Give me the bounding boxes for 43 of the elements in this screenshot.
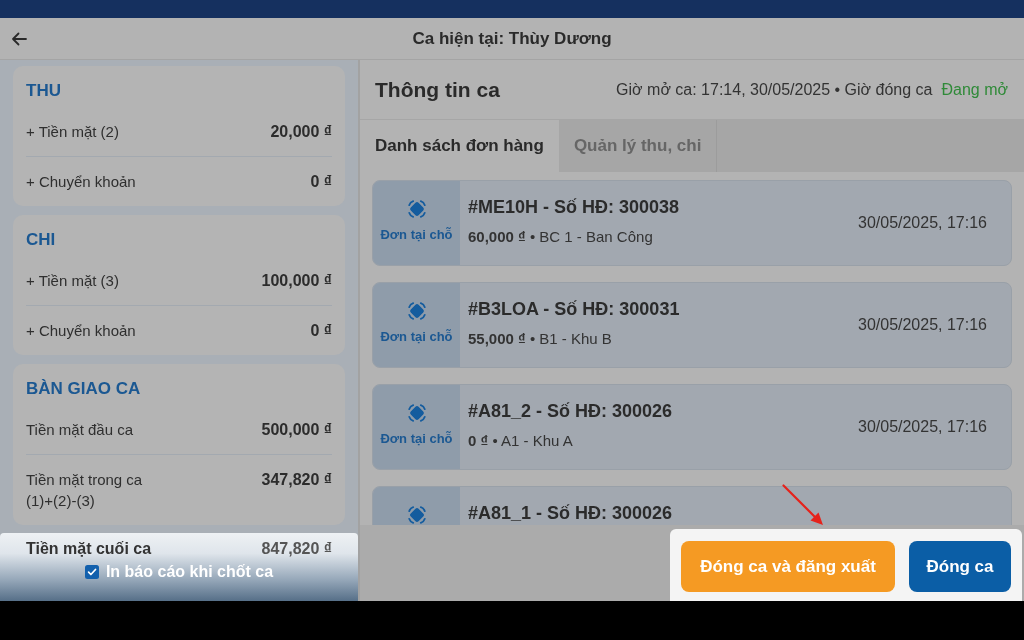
- order-card[interactable]: Đơn tại chỗ #B3LOA - Số HĐ: 300031 55,000 ₫ • B1 - Khu B 30/05/2025, 17:16: [372, 282, 1012, 368]
- closing-label: Tiền mặt cuối ca: [26, 540, 152, 558]
- order-type-label: Đơn tại chỗ: [380, 431, 453, 446]
- row-label: Tiền mặt đầu ca: [26, 420, 133, 440]
- order-summary: 55,000 ₫ • B1 - Khu B: [468, 329, 613, 349]
- tab[interactable]: Danh sách đơn hàng: [360, 120, 559, 172]
- section-title: BÀN GIAO CA: [26, 378, 142, 400]
- row-amount: 500,000 ₫: [261, 420, 332, 440]
- order-summary: 60,000 ₫ • BC 1 - Ban Công: [468, 227, 654, 247]
- row-label: + Tiền mặt (3): [26, 271, 119, 291]
- close-shift-button[interactable]: Đóng ca: [909, 541, 1011, 592]
- row-label: Tiền mặt trong ca (1)+(2)-(3): [26, 470, 144, 511]
- order-type-label: Đơn tại chỗ: [380, 227, 453, 242]
- order-time: 30/05/2025, 17:16: [858, 418, 987, 436]
- row-amount: 0 ₫: [310, 172, 332, 192]
- order-card[interactable]: Đơn tại chỗ #ME10H - Số HĐ: 300038 60,000 ₫ • BC 1 - Ban Công 30/05/2025, 17:16: [372, 180, 1012, 266]
- shift-info-title: Thông tin ca: [375, 77, 500, 102]
- row-amount: 0 ₫: [310, 321, 332, 341]
- order-time: 30/05/2025, 17:16: [858, 316, 987, 334]
- row-amount: 20,000 ₫: [270, 122, 332, 142]
- order-card[interactable]: #A81_1 - Số HĐ: 300026: [372, 486, 1012, 525]
- section-title: THU: [26, 80, 62, 102]
- order-title: #ME10H - Số HĐ: 300038: [468, 196, 680, 218]
- back-arrow-icon: [11, 32, 27, 46]
- order-card[interactable]: Đơn tại chỗ #A81_2 - Số HĐ: 300026 0 ₫ • A1 - Khu A 30/05/2025, 17:16: [372, 384, 1012, 470]
- order-title: #A81_1 - Số HĐ: 300026: [468, 502, 673, 524]
- checkbox[interactable]: [84, 565, 99, 579]
- section-title: CHI: [26, 229, 57, 251]
- closing-amount: 847,820 ₫: [261, 540, 332, 558]
- row-label: + Chuyển khoản: [26, 172, 136, 192]
- pointer-arrow: [782, 484, 823, 525]
- order-summary: 0 ₫ • A1 - Khu A: [468, 431, 574, 451]
- shift-title: Ca hiện tại: Thùy Dương: [412, 28, 612, 49]
- row-amount: 100,000 ₫: [261, 271, 332, 291]
- row-label: + Tiền mặt (2): [26, 122, 119, 142]
- order-title: #B3LOA - Số HĐ: 300031: [468, 298, 680, 320]
- row-amount: 347,820 ₫: [261, 470, 332, 490]
- order-title: #A81_2 - Số HĐ: 300026: [468, 400, 673, 422]
- order-time: 30/05/2025, 17:16: [858, 214, 987, 232]
- shift-status: Đang mở: [941, 80, 1008, 99]
- shift-times: Giờ mở ca: 17:14, 30/05/2025 • Giờ đóng ca: [616, 80, 933, 99]
- order-type-label: Đơn tại chỗ: [380, 329, 453, 344]
- row-label: + Chuyển khoản: [26, 321, 136, 341]
